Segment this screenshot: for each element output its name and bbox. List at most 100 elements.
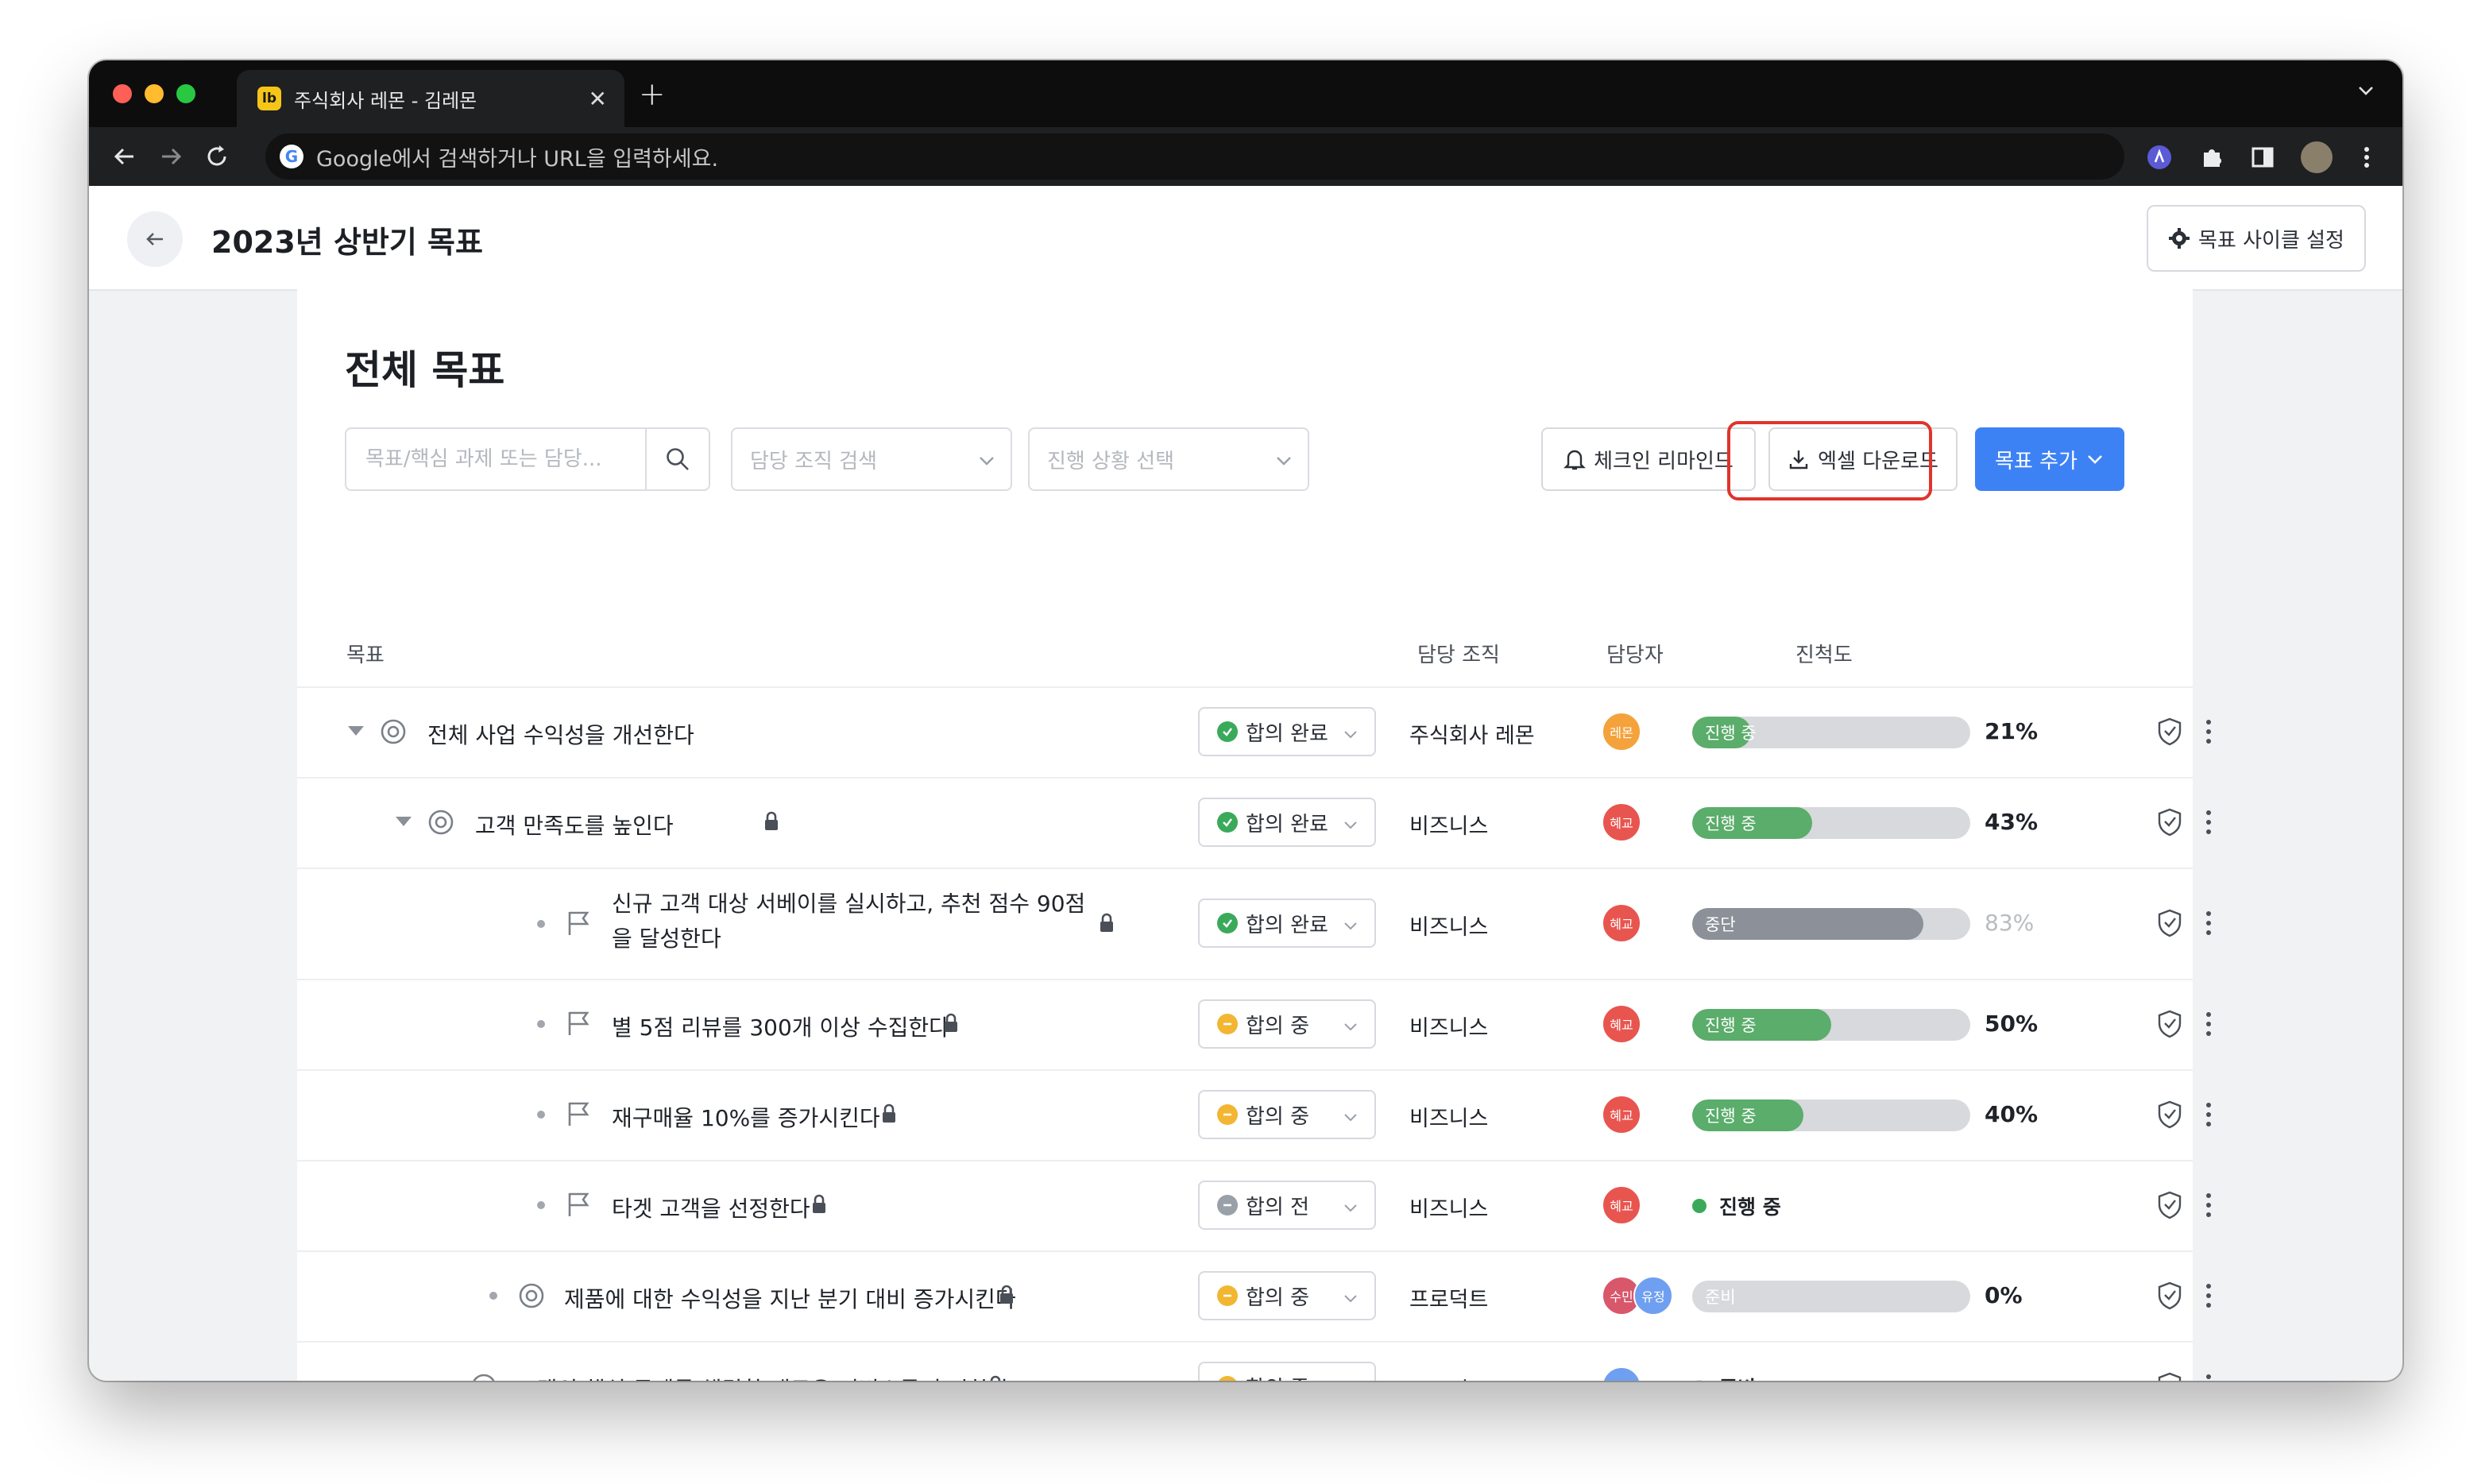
more-options-icon[interactable] <box>2204 910 2213 937</box>
browser-menu-icon[interactable] <box>2355 145 2379 170</box>
table-row[interactable]: 제품에 대한 수익성을 지난 분기 대비 증가시킨다 합의 중 프로덕트 수민 … <box>297 1250 2211 1343</box>
reload-icon[interactable] <box>203 143 230 170</box>
more-options-icon[interactable] <box>2204 1192 2213 1219</box>
more-options-icon[interactable] <box>2204 1373 2213 1381</box>
agreement-status-dropdown[interactable]: 합의 전 <box>1198 1181 1376 1230</box>
table-row[interactable]: 고객 만족도를 높인다 합의 완료 비즈니스 혜교 진행 중 43% <box>297 777 2211 869</box>
browser-tab-active[interactable]: lb 주식회사 레몬 - 김레몬 ✕ <box>237 70 624 127</box>
forward-arrow-icon[interactable] <box>157 143 184 170</box>
progress-percent: 0% <box>1985 1282 2023 1308</box>
table-row[interactable]: 전체 사업 수익성을 개선한다 합의 완료 주식회사 레몬 레몬 진행 중 21… <box>297 686 2211 779</box>
puzzle-icon[interactable] <box>2199 145 2224 170</box>
lock-icon <box>1000 1285 1013 1304</box>
agreement-status-dropdown[interactable]: 합의 중 <box>1198 1090 1376 1139</box>
more-options-icon[interactable] <box>2204 718 2213 745</box>
agreement-status-dropdown[interactable]: 합의 완료 <box>1198 707 1376 756</box>
agreement-status-label: 합의 중 <box>1246 1372 1309 1382</box>
checkin-shield-icon[interactable] <box>2156 1009 2183 1039</box>
avatar[interactable]: 혜교 <box>1602 903 1641 943</box>
column-goal: 목표 <box>346 643 385 667</box>
google-icon: G <box>280 145 303 168</box>
more-options-icon[interactable] <box>2204 1011 2213 1038</box>
close-window-button[interactable] <box>113 84 132 103</box>
table-row[interactable]: 타겟 고객을 선정한다 합의 전 비즈니스 혜교 진행 중 <box>297 1160 2211 1252</box>
agreement-status-dropdown[interactable]: 합의 완료 <box>1198 798 1376 847</box>
address-bar[interactable]: G Google에서 검색하거나 URL을 입력하세요. <box>265 133 2124 180</box>
goal-title[interactable]: 제품에 대한 수익성을 지난 분기 대비 증가시킨다 <box>564 1282 1016 1314</box>
goal-title[interactable]: 신규 고객 대상 서베이를 실시하고, 추천 점수 90점을 달성한다 <box>612 887 1088 956</box>
target-icon <box>473 1374 495 1381</box>
goal-search-input[interactable] <box>364 446 621 472</box>
org-search-select[interactable]: 담당 조직 검색 <box>731 427 1012 491</box>
tab-search-chevron-icon[interactable] <box>2356 81 2375 100</box>
extension-icon[interactable] <box>2147 145 2172 170</box>
checkin-shield-icon[interactable] <box>2156 1099 2183 1130</box>
progress-status: 준비 <box>1692 1373 1756 1381</box>
progress-fill: 진행 중 <box>1692 717 1757 748</box>
avatar[interactable]: 혜교 <box>1602 1095 1641 1134</box>
add-goal-button[interactable]: 목표 추가 <box>1975 427 2124 491</box>
avatar[interactable]: 유정 <box>1633 1276 1673 1316</box>
progress-status-select[interactable]: 진행 상황 선택 <box>1028 427 1309 491</box>
table-row[interactable]: 재구매율 10%를 증가시킨다 합의 중 비즈니스 혜교 진행 중 40% <box>297 1069 2211 1161</box>
checkin-shield-icon[interactable] <box>2156 807 2183 837</box>
avatar[interactable]: 유정 <box>1602 1366 1641 1381</box>
goal-cycle-settings-label: 목표 사이클 설정 <box>2198 228 2344 253</box>
avatar[interactable]: 혜교 <box>1602 1185 1641 1225</box>
side-panel-icon[interactable] <box>2250 145 2275 170</box>
back-button[interactable] <box>127 211 183 267</box>
chevron-down-icon <box>1344 922 1357 930</box>
minimize-window-button[interactable] <box>145 84 164 103</box>
checkin-shield-icon[interactable] <box>2156 908 2183 938</box>
back-arrow-icon[interactable] <box>111 143 138 170</box>
checkin-shield-icon[interactable] <box>2156 1371 2183 1381</box>
checkin-shield-icon[interactable] <box>2156 717 2183 747</box>
goal-title[interactable]: 재구매율 10%를 증가시킨다 <box>612 1101 880 1133</box>
tab-close-icon[interactable]: ✕ <box>589 86 607 112</box>
excel-download-button[interactable]: 엑셀 다운로드 <box>1768 427 1958 491</box>
profile-avatar[interactable] <box>2301 141 2333 173</box>
goal-search-field[interactable] <box>345 427 710 491</box>
progress-fill: 진행 중 <box>1692 1009 1831 1041</box>
table-row[interactable]: 고객의 핵심 문제를 해결할 새로운 서비스를 출시한다 합의 중 프로덕트 유… <box>297 1341 2211 1381</box>
table-row[interactable]: 별 5점 리뷰를 300개 이상 수집한다 합의 중 비즈니스 혜교 진행 중 … <box>297 979 2211 1071</box>
goal-title[interactable]: 타겟 고객을 선정한다 <box>612 1192 810 1223</box>
status-dot-icon <box>1692 1380 1706 1381</box>
agreement-status-label: 합의 중 <box>1246 1014 1310 1038</box>
table-row[interactable]: 신규 고객 대상 서베이를 실시하고, 추천 점수 90점을 달성한다 합의 완… <box>297 868 2211 980</box>
agreement-status-dropdown[interactable]: 합의 중 <box>1198 999 1376 1049</box>
more-options-icon[interactable] <box>2204 1101 2213 1128</box>
agreement-status-dropdown[interactable]: 합의 중 <box>1198 1362 1376 1381</box>
chevron-down-icon <box>1344 1114 1357 1122</box>
more-options-icon[interactable] <box>2204 1282 2213 1309</box>
more-options-icon[interactable] <box>2204 809 2213 836</box>
org-name: 비즈니스 <box>1409 814 1489 839</box>
goal-title[interactable]: 고객의 핵심 문제를 해결할 새로운 서비스를 출시한다 <box>516 1373 1009 1381</box>
new-tab-icon[interactable]: + <box>639 76 666 113</box>
maximize-window-button[interactable] <box>176 84 195 103</box>
agreement-status-label: 합의 전 <box>1246 1195 1310 1219</box>
avatar[interactable]: 레몬 <box>1602 712 1641 752</box>
collapse-caret-icon[interactable] <box>348 726 364 736</box>
checkin-shield-icon[interactable] <box>2156 1190 2183 1220</box>
agreement-status-dropdown[interactable]: 합의 완료 <box>1198 899 1376 948</box>
target-icon <box>519 1283 544 1308</box>
checkin-shield-icon[interactable] <box>2156 1281 2183 1311</box>
bullet-icon <box>489 1292 497 1300</box>
checkin-remind-button[interactable]: 체크인 리마인드 <box>1541 427 1756 491</box>
search-button[interactable] <box>645 429 709 489</box>
org-name: 주식회사 레몬 <box>1409 724 1535 748</box>
goal-cycle-settings-button[interactable]: 목표 사이클 설정 <box>2147 205 2366 272</box>
agreement-status-dropdown[interactable]: 합의 중 <box>1198 1271 1376 1320</box>
goal-title[interactable]: 전체 사업 수익성을 개선한다 <box>427 718 694 750</box>
flag-icon <box>568 1011 589 1035</box>
collapse-caret-icon[interactable] <box>396 817 412 826</box>
goal-title[interactable]: 별 5점 리뷰를 300개 이상 수집한다 <box>612 1011 949 1042</box>
bullet-icon <box>537 1111 545 1119</box>
goal-title[interactable]: 고객 만족도를 높인다 <box>475 809 674 841</box>
target-icon <box>381 719 406 744</box>
avatar[interactable]: 혜교 <box>1602 802 1641 842</box>
progress-status-placeholder: 진행 상황 선택 <box>1047 449 1175 473</box>
progress-fill: 중단 <box>1692 908 1923 940</box>
avatar[interactable]: 혜교 <box>1602 1004 1641 1044</box>
